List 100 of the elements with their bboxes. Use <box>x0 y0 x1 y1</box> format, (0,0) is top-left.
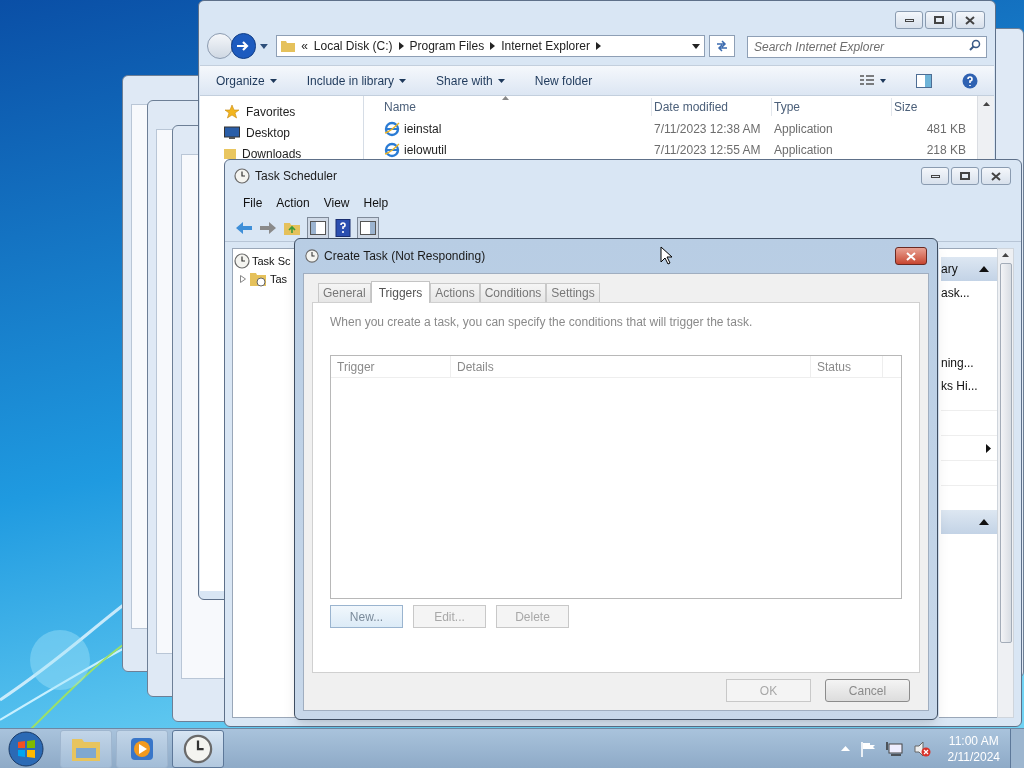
collapsed-triangle-icon[interactable] <box>240 275 246 283</box>
show-tree-button[interactable] <box>307 216 329 239</box>
tab[interactable]: Actions <box>430 283 480 302</box>
action-link[interactable]: ning... <box>941 354 997 377</box>
network-icon[interactable] <box>885 740 904 757</box>
scrollbar[interactable] <box>997 248 1014 718</box>
help-icon[interactable] <box>335 218 351 237</box>
type-cell-text: Application <box>774 120 834 138</box>
date-cell-text: 7/11/2023 12:38 AM <box>654 120 762 138</box>
chevron-right-icon <box>490 42 496 50</box>
breadcrumb-overflow[interactable]: « <box>301 37 308 55</box>
size-cell-text: 218 KB <box>925 141 967 159</box>
close-button[interactable] <box>895 247 927 265</box>
minimize-button[interactable] <box>895 11 923 29</box>
column-header[interactable]: Status <box>811 356 883 377</box>
column-header[interactable]: Name <box>382 98 652 116</box>
close-icon <box>965 15 975 25</box>
search-icon <box>969 39 981 51</box>
refresh-icon <box>715 40 730 52</box>
action-link[interactable]: ask... <box>941 284 997 304</box>
view-list-icon <box>860 74 886 87</box>
menu-item[interactable]: File <box>243 194 263 212</box>
pane-icon <box>360 220 376 235</box>
nav-item[interactable]: Downloads <box>242 145 302 163</box>
menu-item[interactable]: Help <box>363 194 389 212</box>
column-header[interactable]: Trigger <box>331 356 451 377</box>
preview-pane-icon <box>916 73 932 88</box>
folder-icon <box>224 149 236 159</box>
type-cell-text: Application <box>774 141 834 159</box>
close-icon <box>991 171 1001 181</box>
cursor-icon <box>660 246 672 265</box>
speaker-muted-icon[interactable] <box>913 740 932 757</box>
close-icon <box>906 251 916 261</box>
nav-item[interactable]: Favorites <box>246 103 296 121</box>
globe-icon <box>384 141 400 158</box>
column-header[interactable]: Type <box>772 98 892 116</box>
menu-item[interactable]: Action <box>276 194 310 212</box>
toolbar-button[interactable]: New folder <box>534 71 593 90</box>
folder-clock-icon <box>249 271 267 287</box>
back-arrow-icon[interactable] <box>235 220 253 235</box>
tree-item[interactable]: Tas <box>270 270 288 288</box>
section-header-bar[interactable] <box>941 510 997 534</box>
breadcrumb-item[interactable]: Local Disk (C:) <box>313 37 393 55</box>
clock-icon <box>305 249 319 263</box>
date-cell-text: 7/11/2023 12:55 AM <box>654 141 762 159</box>
nav-item[interactable]: Desktop <box>246 124 291 142</box>
trigger-list[interactable]: Trigger Details Status <box>330 355 902 599</box>
play-icon <box>129 735 155 762</box>
dropdown-arrow-icon <box>260 43 269 49</box>
caret-icon <box>399 78 407 83</box>
dropdown-arrow-icon <box>692 43 701 49</box>
caret-icon <box>269 78 277 83</box>
file-name[interactable]: ieinstal <box>404 119 442 138</box>
tab[interactable]: Conditions <box>479 283 547 302</box>
taskbar-button[interactable] <box>172 729 224 768</box>
dialog-title: Create Task (Not Responding) <box>324 248 486 265</box>
chevron-right-icon <box>595 42 601 50</box>
tab[interactable]: Triggers <box>370 281 431 303</box>
column-header[interactable]: Date modified <box>652 98 772 116</box>
tree-item[interactable]: Task Sc <box>252 252 291 270</box>
show-actions-button[interactable] <box>357 216 379 239</box>
monitor-icon <box>224 126 240 140</box>
toolbar-button[interactable]: Organize <box>216 71 277 90</box>
forward-button[interactable] <box>230 33 257 59</box>
tab[interactable]: Settings <box>546 283 600 302</box>
submenu-arrow-icon <box>986 443 991 453</box>
taskbar-button[interactable] <box>116 729 168 768</box>
close-button[interactable] <box>955 11 985 29</box>
help-icon <box>962 72 978 89</box>
column-header[interactable]: Details <box>451 356 811 377</box>
column-header[interactable]: Size <box>892 98 972 116</box>
restore-icon <box>960 172 970 180</box>
breadcrumb-item[interactable]: Program Files <box>409 37 485 55</box>
star-icon <box>224 104 240 120</box>
action-link[interactable]: ks Hi... <box>941 377 997 400</box>
close-button[interactable] <box>981 167 1011 185</box>
refresh-button[interactable] <box>709 35 735 57</box>
windows-logo-icon <box>8 730 44 767</box>
arrow-right-icon <box>236 40 251 52</box>
collapse-arrow-icon <box>979 519 989 525</box>
menu-item[interactable]: View <box>323 194 350 212</box>
search-field[interactable]: Search Internet Explorer <box>747 36 987 58</box>
breadcrumb-item[interactable]: Internet Explorer <box>501 37 590 55</box>
maximize-button[interactable] <box>951 167 979 185</box>
forward-arrow-icon[interactable] <box>259 220 277 235</box>
tab[interactable]: General <box>318 283 371 302</box>
clock-icon <box>234 253 250 269</box>
maximize-button[interactable] <box>925 11 953 29</box>
sort-arrow-icon <box>502 96 509 100</box>
address-bar[interactable]: « Local Disk (C:) Program Files Internet Explorer <box>276 35 706 57</box>
minimize-button[interactable] <box>921 167 949 185</box>
folder-icon <box>281 39 296 53</box>
collapse-arrow-icon <box>979 266 989 272</box>
toolbar-button[interactable]: Include in library <box>306 71 407 90</box>
chevron-right-icon <box>398 42 404 50</box>
file-name[interactable]: ielowutil <box>404 140 447 159</box>
back-button[interactable] <box>207 33 233 59</box>
window-title: Task Scheduler <box>255 168 338 185</box>
clock-icon <box>183 733 213 764</box>
toolbar-button[interactable]: Share with <box>436 71 505 90</box>
